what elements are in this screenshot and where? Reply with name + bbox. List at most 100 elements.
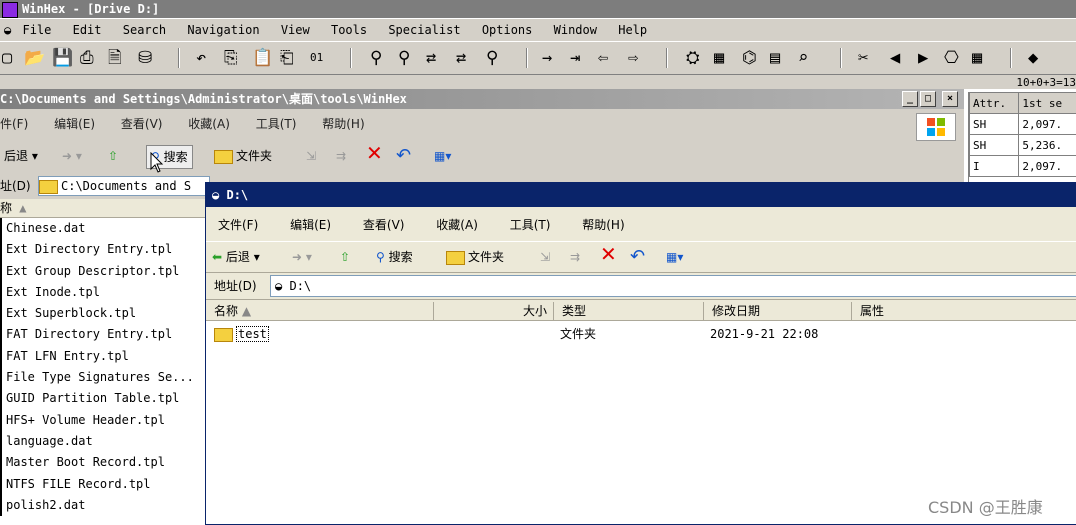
- menu-favorites[interactable]: 收藏(A): [436, 218, 478, 232]
- menu-help[interactable]: 帮助(H): [322, 117, 364, 131]
- list-item[interactable]: Ext Directory Entry.tpl: [0, 239, 205, 260]
- menu-favorites[interactable]: 收藏(A): [188, 117, 230, 131]
- menu-options[interactable]: Options: [482, 23, 533, 37]
- grid-icon[interactable]: ▦: [972, 48, 982, 68]
- open-disk-icon[interactable]: ⛁: [138, 48, 152, 68]
- copy-to-icon[interactable]: ⇉: [570, 246, 580, 268]
- forward-icon[interactable]: ➜ ▾: [292, 246, 312, 268]
- address-input[interactable]: ◒ D:\: [270, 275, 1076, 297]
- views-icon[interactable]: ▦▾: [666, 246, 683, 268]
- properties-icon[interactable]: 🗎: [108, 48, 122, 68]
- book-icon[interactable]: ◆: [1028, 48, 1038, 68]
- menu-search[interactable]: Search: [123, 23, 166, 37]
- table-row[interactable]: SH 5,236.: [970, 135, 1076, 156]
- paste-icon[interactable]: 📋: [252, 48, 273, 68]
- up-folder-icon[interactable]: ⇧: [340, 246, 350, 268]
- open-folder-icon[interactable]: 📂: [24, 48, 45, 68]
- goto-sector-icon[interactable]: ⇥: [570, 48, 580, 68]
- menu-file[interactable]: 文件(F): [218, 218, 258, 232]
- find-text-icon[interactable]: ⚲: [370, 48, 382, 68]
- name-column-header[interactable]: 名称 ▲: [206, 302, 434, 321]
- save-icon[interactable]: 💾: [52, 48, 73, 68]
- menu-file[interactable]: 件(F): [0, 117, 28, 131]
- menu-file[interactable]: File: [22, 23, 51, 37]
- next-icon[interactable]: ▶: [918, 48, 928, 68]
- type-column-header[interactable]: 类型: [554, 302, 704, 321]
- menu-edit[interactable]: Edit: [73, 23, 102, 37]
- table-row[interactable]: test: [214, 324, 269, 344]
- menu-view[interactable]: 查看(V): [363, 218, 405, 232]
- list-item[interactable]: language.dat: [0, 431, 205, 452]
- back-button[interactable]: ⬅ 后退 ▾: [212, 246, 260, 268]
- list-item[interactable]: Ext Inode.tpl: [0, 282, 205, 303]
- replace-text-icon[interactable]: ⇄: [426, 48, 436, 68]
- list-item[interactable]: Ext Group Descriptor.tpl: [0, 261, 205, 282]
- list-item[interactable]: polish2.dat: [0, 495, 205, 516]
- list-item[interactable]: FAT Directory Entry.tpl: [0, 324, 205, 345]
- menu-window[interactable]: Window: [554, 23, 597, 37]
- menu-help[interactable]: Help: [618, 23, 647, 37]
- search-button[interactable]: ⚲ 搜索: [376, 246, 413, 268]
- menu-tools[interactable]: 工具(T): [256, 117, 297, 131]
- maximize-button[interactable]: □: [920, 91, 936, 107]
- name-column-header[interactable]: 称 ▲: [0, 199, 205, 218]
- find-again-icon[interactable]: ⚲: [486, 48, 498, 68]
- paste-special-icon[interactable]: ⎗: [280, 48, 294, 68]
- menu-specialist[interactable]: Specialist: [388, 23, 460, 37]
- attr-column-header[interactable]: 属性: [852, 302, 1076, 321]
- modified-column-header[interactable]: 修改日期: [704, 302, 852, 321]
- list-item[interactable]: Ext Superblock.tpl: [0, 303, 205, 324]
- address-input[interactable]: C:\Documents and S: [38, 176, 210, 196]
- list-item[interactable]: Chinese.dat: [0, 218, 205, 239]
- back-button[interactable]: 后退 ▾: [4, 145, 38, 167]
- abc-icon[interactable]: ✂: [858, 48, 868, 68]
- undo-icon[interactable]: ↶: [396, 145, 411, 167]
- back-arrow-icon[interactable]: ⇦: [598, 48, 608, 68]
- menu-edit[interactable]: 编辑(E): [290, 218, 331, 232]
- first-sector-column-header[interactable]: 1st se: [1019, 93, 1076, 114]
- delete-icon[interactable]: ✕: [366, 142, 383, 164]
- menu-view[interactable]: 查看(V): [121, 117, 163, 131]
- undo-icon[interactable]: ↶: [196, 48, 206, 68]
- prev-icon[interactable]: ◀: [890, 48, 900, 68]
- list-item[interactable]: File Type Signatures Se...: [0, 367, 205, 388]
- snapshot-icon[interactable]: ⎔: [944, 48, 959, 68]
- find-hex-icon[interactable]: ⚲: [398, 48, 410, 68]
- list-item[interactable]: HFS+ Volume Header.tpl: [0, 410, 205, 431]
- menu-tools[interactable]: 工具(T): [510, 218, 551, 232]
- minimize-button[interactable]: _: [902, 91, 918, 107]
- move-to-icon[interactable]: ⇲: [306, 145, 316, 167]
- move-to-icon[interactable]: ⇲: [540, 246, 550, 268]
- menu-view[interactable]: View: [281, 23, 310, 37]
- replace-hex-icon[interactable]: ⇄: [456, 48, 466, 68]
- copy-to-icon[interactable]: ⇉: [336, 145, 346, 167]
- table-row[interactable]: I 2,097.: [970, 156, 1076, 177]
- list-item[interactable]: FAT LFN Entry.tpl: [0, 346, 205, 367]
- menu-edit[interactable]: 编辑(E): [54, 117, 95, 131]
- menu-tools[interactable]: Tools: [331, 23, 367, 37]
- list-item[interactable]: NTFS FILE Record.tpl: [0, 474, 205, 495]
- goto-offset-icon[interactable]: →: [542, 48, 552, 68]
- folders-button[interactable]: 文件夹: [446, 246, 504, 268]
- disk-tools-icon[interactable]: ⛭: [686, 48, 700, 68]
- disk-clone-icon[interactable]: ⌬: [742, 48, 757, 68]
- close-button[interactable]: ×: [942, 91, 958, 107]
- ram-editor-icon[interactable]: ▦: [714, 48, 724, 68]
- new-file-icon[interactable]: ▢: [2, 48, 12, 68]
- list-item[interactable]: Master Boot Record.tpl: [0, 452, 205, 473]
- menu-help[interactable]: 帮助(H): [582, 218, 624, 232]
- undo-icon[interactable]: ↶: [630, 246, 645, 268]
- up-folder-icon[interactable]: ⇧: [108, 145, 118, 167]
- folders-button[interactable]: 文件夹: [214, 145, 272, 167]
- search-icon[interactable]: ⌕: [798, 48, 808, 68]
- forward-arrow-icon[interactable]: ⇨: [628, 48, 638, 68]
- table-row[interactable]: SH 2,097.: [970, 114, 1076, 135]
- binary-icon[interactable]: 01: [310, 48, 323, 68]
- attr-column-header[interactable]: Attr.: [970, 93, 1019, 114]
- views-icon[interactable]: ▦▾: [434, 145, 451, 167]
- calculator-icon[interactable]: ▤: [770, 48, 780, 68]
- menu-navigation[interactable]: Navigation: [187, 23, 259, 37]
- forward-icon[interactable]: ➜ ▾: [62, 145, 82, 167]
- size-column-header[interactable]: 大小: [434, 302, 554, 321]
- copy-icon[interactable]: ⎘: [224, 48, 238, 68]
